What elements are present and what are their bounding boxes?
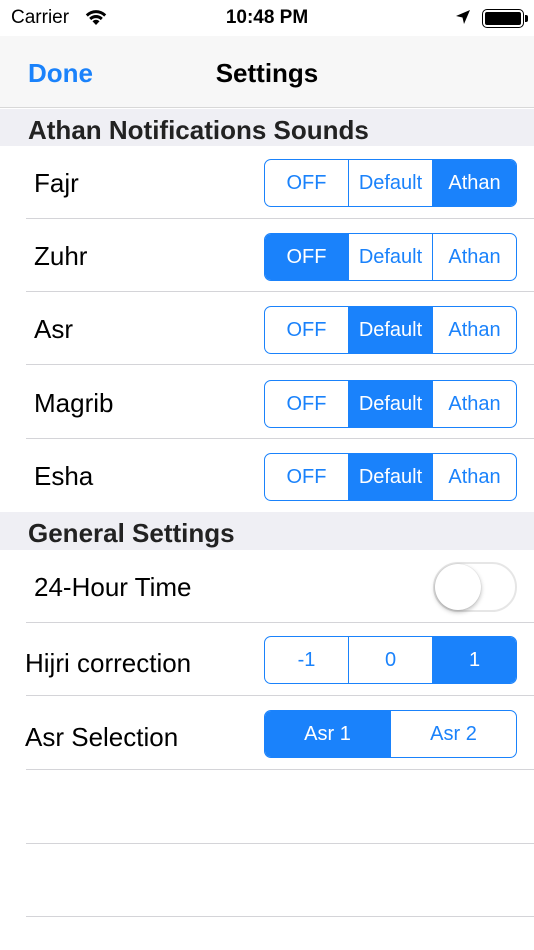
prayer-row-esha: Esha OFF Default Athan (0, 439, 534, 512)
empty-row-divider (26, 843, 534, 844)
segment-athan[interactable]: Athan (432, 454, 516, 500)
prayer-row-asr: Asr OFF Default Athan (0, 292, 534, 365)
segment-off[interactable]: OFF (265, 160, 348, 206)
segment-default[interactable]: Default (348, 307, 432, 353)
empty-row-divider (26, 916, 534, 917)
time-format-row: 24-Hour Time (0, 550, 534, 623)
segment-minus-one[interactable]: -1 (265, 637, 348, 683)
asr-selection-row: Asr Selection Asr 1 Asr 2 (0, 697, 534, 770)
toggle-knob (435, 564, 481, 610)
done-button[interactable]: Done (28, 58, 93, 89)
segment-off[interactable]: OFF (265, 234, 348, 280)
segment-athan[interactable]: Athan (432, 234, 516, 280)
section-header-label: Athan Notifications Sounds (28, 115, 369, 145)
segment-asr-1[interactable]: Asr 1 (265, 711, 390, 757)
prayer-row-fajr: Fajr OFF Default Athan (0, 146, 534, 219)
segment-default[interactable]: Default (348, 381, 432, 427)
time-format-toggle[interactable] (433, 562, 517, 612)
asr-segmented-control: Asr 1 Asr 2 (264, 710, 517, 758)
sound-segmented-control: OFF Default Athan (264, 306, 517, 354)
section-header-label: General Settings (28, 518, 235, 548)
sound-segmented-control: OFF Default Athan (264, 233, 517, 281)
status-bar: Carrier 10:48 PM (0, 0, 534, 36)
segment-athan[interactable]: Athan (432, 381, 516, 427)
segment-athan[interactable]: Athan (432, 160, 516, 206)
time-format-label: 24-Hour Time (34, 572, 192, 602)
prayer-label: Magrib (34, 388, 114, 418)
section-header-athan: Athan Notifications Sounds (0, 109, 534, 146)
sound-segmented-control: OFF Default Athan (264, 159, 517, 207)
segment-asr-2[interactable]: Asr 2 (390, 711, 516, 757)
segment-zero[interactable]: 0 (348, 637, 432, 683)
row-divider (26, 364, 534, 365)
sound-segmented-control: OFF Default Athan (264, 453, 517, 501)
segment-default[interactable]: Default (348, 454, 432, 500)
segment-athan[interactable]: Athan (432, 307, 516, 353)
location-arrow-icon (456, 10, 470, 24)
prayer-label: Asr (34, 314, 73, 344)
segment-off[interactable]: OFF (265, 381, 348, 427)
hijri-correction-label: Hijri correction (25, 648, 192, 678)
row-divider (26, 769, 534, 770)
segment-plus-one[interactable]: 1 (432, 637, 516, 683)
prayer-label: Fajr (34, 168, 79, 198)
battery-icon (482, 9, 528, 28)
prayer-label: Esha (34, 461, 94, 491)
segment-default[interactable]: Default (348, 160, 432, 206)
status-time: 10:48 PM (225, 7, 309, 28)
segment-default[interactable]: Default (348, 234, 432, 280)
section-header-general: General Settings (0, 512, 534, 550)
hijri-segmented-control: -1 0 1 (264, 636, 517, 684)
sound-segmented-control: OFF Default Athan (264, 380, 517, 428)
hijri-correction-row: Hijri correction -1 0 1 (0, 623, 534, 696)
prayer-row-zuhr: Zuhr OFF Default Athan (0, 219, 534, 292)
row-divider (26, 695, 534, 696)
prayer-row-magrib: Magrib OFF Default Athan (0, 366, 534, 439)
navigation-bar: Done Settings (0, 36, 534, 108)
prayer-label: Zuhr (34, 241, 88, 271)
segment-off[interactable]: OFF (265, 454, 348, 500)
segment-off[interactable]: OFF (265, 307, 348, 353)
asr-selection-label: Asr Selection (25, 722, 179, 752)
